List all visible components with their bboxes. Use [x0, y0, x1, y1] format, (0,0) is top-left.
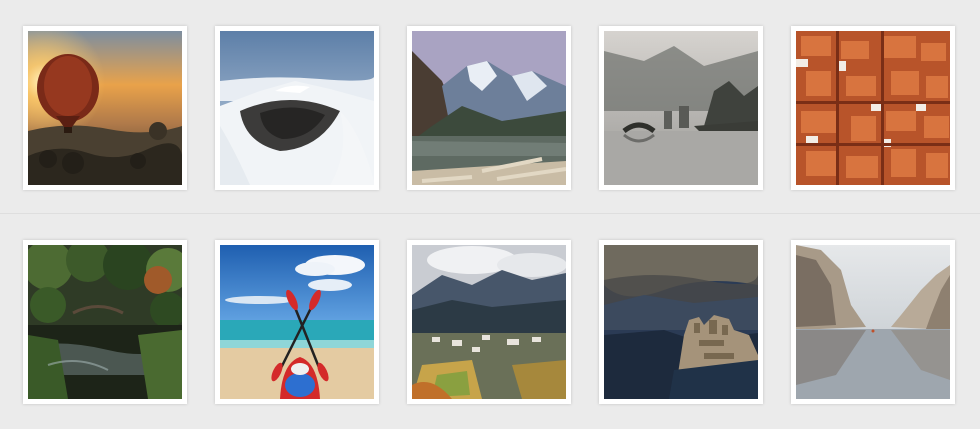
photo-thumbnail-mountain-lake[interactable]	[407, 26, 571, 190]
photo-thumbnail-misty-lake[interactable]	[599, 26, 763, 190]
photo-thumbnail-balloon[interactable]	[23, 26, 187, 190]
photo-gallery	[0, 0, 980, 429]
canyon-image	[796, 245, 950, 399]
photo-thumbnail-rooftops[interactable]	[791, 26, 955, 190]
volcano-image	[220, 31, 374, 185]
photo-thumbnail-village[interactable]	[407, 240, 571, 404]
balloon-image	[28, 31, 182, 185]
misty-lake-image	[604, 31, 758, 185]
garden-image	[28, 245, 182, 399]
photo-thumbnail-garden[interactable]	[23, 240, 187, 404]
photo-thumbnail-canyon[interactable]	[791, 240, 955, 404]
photo-thumbnail-volcano[interactable]	[215, 26, 379, 190]
village-image	[412, 245, 566, 399]
rooftops-image	[796, 31, 950, 185]
photo-thumbnail-kayak[interactable]	[215, 240, 379, 404]
mountain-lake-image	[412, 31, 566, 185]
row-divider	[0, 213, 980, 214]
castle-image	[604, 245, 758, 399]
photo-thumbnail-castle[interactable]	[599, 240, 763, 404]
kayak-image	[220, 245, 374, 399]
